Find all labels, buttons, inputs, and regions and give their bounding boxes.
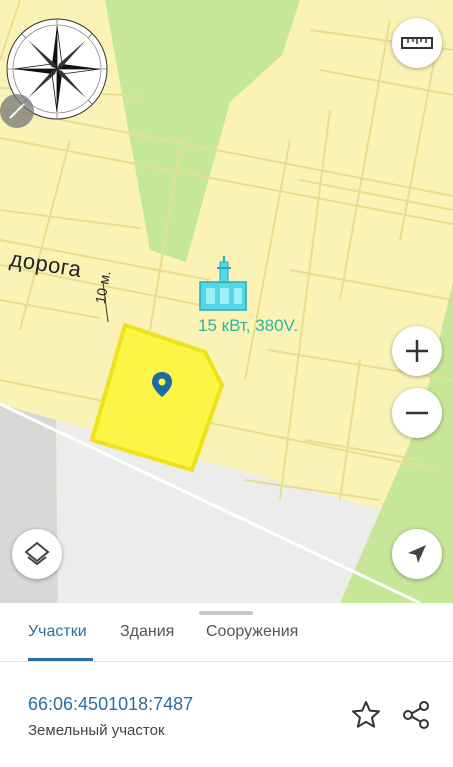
cadastral-number[interactable]: 66:06:4501018:7487: [28, 694, 193, 715]
ruler-icon: [401, 37, 433, 49]
share-icon[interactable]: [400, 699, 432, 731]
parcel-type: Земельный участок: [28, 722, 165, 739]
compass-handle[interactable]: [0, 94, 34, 128]
sheet-drag-handle[interactable]: [199, 611, 253, 615]
minus-icon: [406, 411, 428, 415]
zoom-in-button[interactable]: [392, 326, 442, 376]
my-location-button[interactable]: [392, 529, 442, 579]
layers-icon: [24, 541, 50, 566]
map-view[interactable]: дорога 10 м. 15 кВт, 380V.: [0, 0, 453, 603]
power-label[interactable]: 15 кВт, 380V.: [198, 316, 298, 336]
layers-button[interactable]: [12, 529, 62, 579]
bottom-sheet: Участки Здания Сооружения 66:06:4501018:…: [0, 603, 453, 767]
tabs-divider: [0, 661, 453, 662]
plus-icon: [406, 340, 428, 362]
ruler-button[interactable]: [392, 18, 442, 68]
zoom-out-button[interactable]: [392, 388, 442, 438]
tab-parcels[interactable]: Участки: [28, 623, 87, 641]
tab-buildings[interactable]: Здания: [120, 623, 174, 641]
tab-structures[interactable]: Сооружения: [206, 623, 298, 641]
navigation-arrow-icon: [408, 545, 426, 563]
star-icon[interactable]: [350, 699, 382, 731]
